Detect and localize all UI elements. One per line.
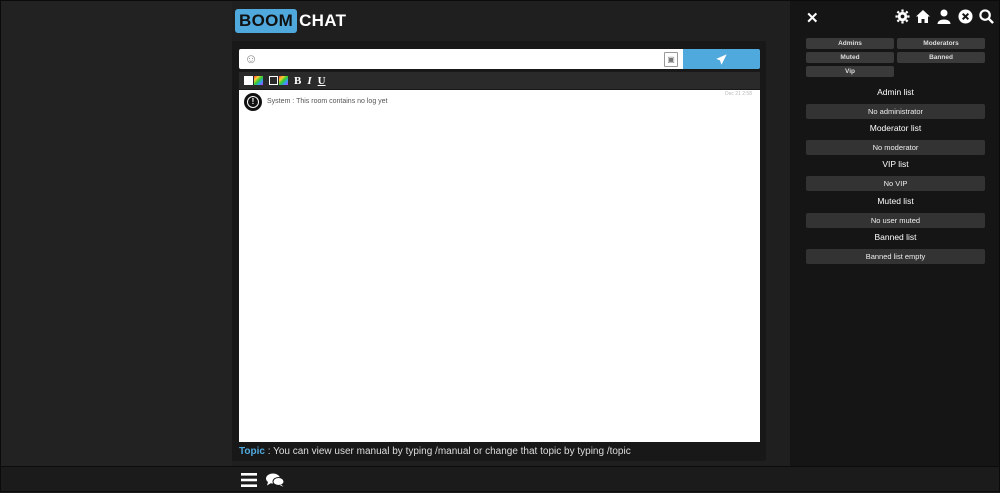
topic-text: You can view user manual by typing /manu… bbox=[273, 446, 631, 457]
color-palette-icon bbox=[279, 76, 288, 85]
home-icon[interactable] bbox=[915, 8, 931, 24]
panel-top-icons bbox=[894, 8, 994, 24]
list-title: Moderator list bbox=[869, 123, 922, 133]
x-circle-icon[interactable] bbox=[957, 8, 973, 24]
user-icon[interactable] bbox=[936, 8, 952, 24]
format-toolbar: B I U bbox=[239, 72, 760, 89]
log-content: This room contains no log yet bbox=[296, 98, 388, 105]
list-title: Muted list bbox=[877, 196, 914, 206]
send-button[interactable] bbox=[683, 49, 760, 69]
boomchat-logo[interactable]: BOOM CHAT bbox=[235, 8, 346, 34]
list-empty-item: No VIP bbox=[806, 176, 985, 191]
vip-list-section: VIP list No VIP bbox=[806, 158, 985, 191]
logo-boom: BOOM bbox=[235, 9, 298, 33]
list-empty-item: No administrator bbox=[806, 104, 985, 119]
list-title: Admin list bbox=[877, 87, 914, 97]
image-icon[interactable]: ▣ bbox=[664, 52, 678, 67]
pencil-icon bbox=[269, 76, 278, 85]
list-empty-item: No moderator bbox=[806, 140, 985, 155]
category-banned[interactable]: Banned bbox=[897, 52, 985, 63]
topic-label: Topic bbox=[239, 446, 265, 457]
underline-button[interactable]: U bbox=[318, 74, 326, 87]
italic-button[interactable]: I bbox=[307, 74, 311, 87]
bottom-bar bbox=[0, 466, 1000, 493]
topic-separator: : bbox=[264, 446, 274, 457]
list-title: VIP list bbox=[882, 159, 909, 169]
paper-plane-icon bbox=[716, 53, 727, 65]
category-moderators[interactable]: Moderators bbox=[897, 38, 985, 49]
color-swatch-icon bbox=[244, 76, 253, 85]
category-admins[interactable]: Admins bbox=[806, 38, 894, 49]
right-panel: ✕ Admins Moderators Muted Banned Vip Adm… bbox=[790, 0, 1000, 466]
chat-log[interactable]: ! System : This room contains no log yet… bbox=[239, 90, 760, 442]
log-message: ! System : This room contains no log yet… bbox=[244, 91, 754, 113]
banned-list-section: Banned list Banned list empty bbox=[806, 231, 985, 264]
chat-bubbles-icon[interactable] bbox=[266, 473, 285, 487]
log-date: Dec 21 2:58 bbox=[725, 91, 752, 97]
admin-list-section: Admin list No administrator bbox=[806, 86, 985, 119]
search-icon[interactable] bbox=[978, 8, 994, 24]
gear-icon[interactable] bbox=[894, 8, 910, 24]
moderator-list-section: Moderator list No moderator bbox=[806, 122, 985, 155]
logo-chat: CHAT bbox=[299, 11, 347, 30]
text-color-button[interactable] bbox=[244, 74, 263, 87]
category-vip[interactable]: Vip bbox=[806, 66, 894, 77]
log-message-text: System : This room contains no log yet bbox=[267, 98, 388, 105]
message-input[interactable] bbox=[263, 49, 663, 69]
muted-list-section: Muted list No user muted bbox=[806, 195, 985, 228]
message-composer: ☺ ▣ bbox=[239, 49, 683, 69]
log-sender: System bbox=[267, 98, 291, 105]
smiley-icon[interactable]: ☺ bbox=[244, 52, 258, 66]
topic-bar: Topic : You can view user manual by typi… bbox=[239, 446, 631, 457]
bold-button[interactable]: B bbox=[294, 74, 301, 87]
chat-container: ☺ ▣ B I U ! System : This room contains … bbox=[232, 41, 766, 461]
menu-icon[interactable] bbox=[241, 473, 257, 487]
exclamation-icon: ! bbox=[247, 96, 259, 108]
system-avatar[interactable]: ! bbox=[244, 93, 262, 111]
category-muted[interactable]: Muted bbox=[806, 52, 894, 63]
color-palette-icon bbox=[254, 76, 263, 85]
bg-color-button[interactable] bbox=[269, 74, 288, 87]
close-x-icon[interactable]: ✕ bbox=[806, 9, 819, 27]
list-empty-item: Banned list empty bbox=[806, 249, 985, 264]
category-grid: Admins Moderators Muted Banned Vip bbox=[806, 38, 986, 77]
list-title: Banned list bbox=[874, 232, 917, 242]
list-empty-item: No user muted bbox=[806, 213, 985, 228]
left-background bbox=[0, 0, 232, 466]
